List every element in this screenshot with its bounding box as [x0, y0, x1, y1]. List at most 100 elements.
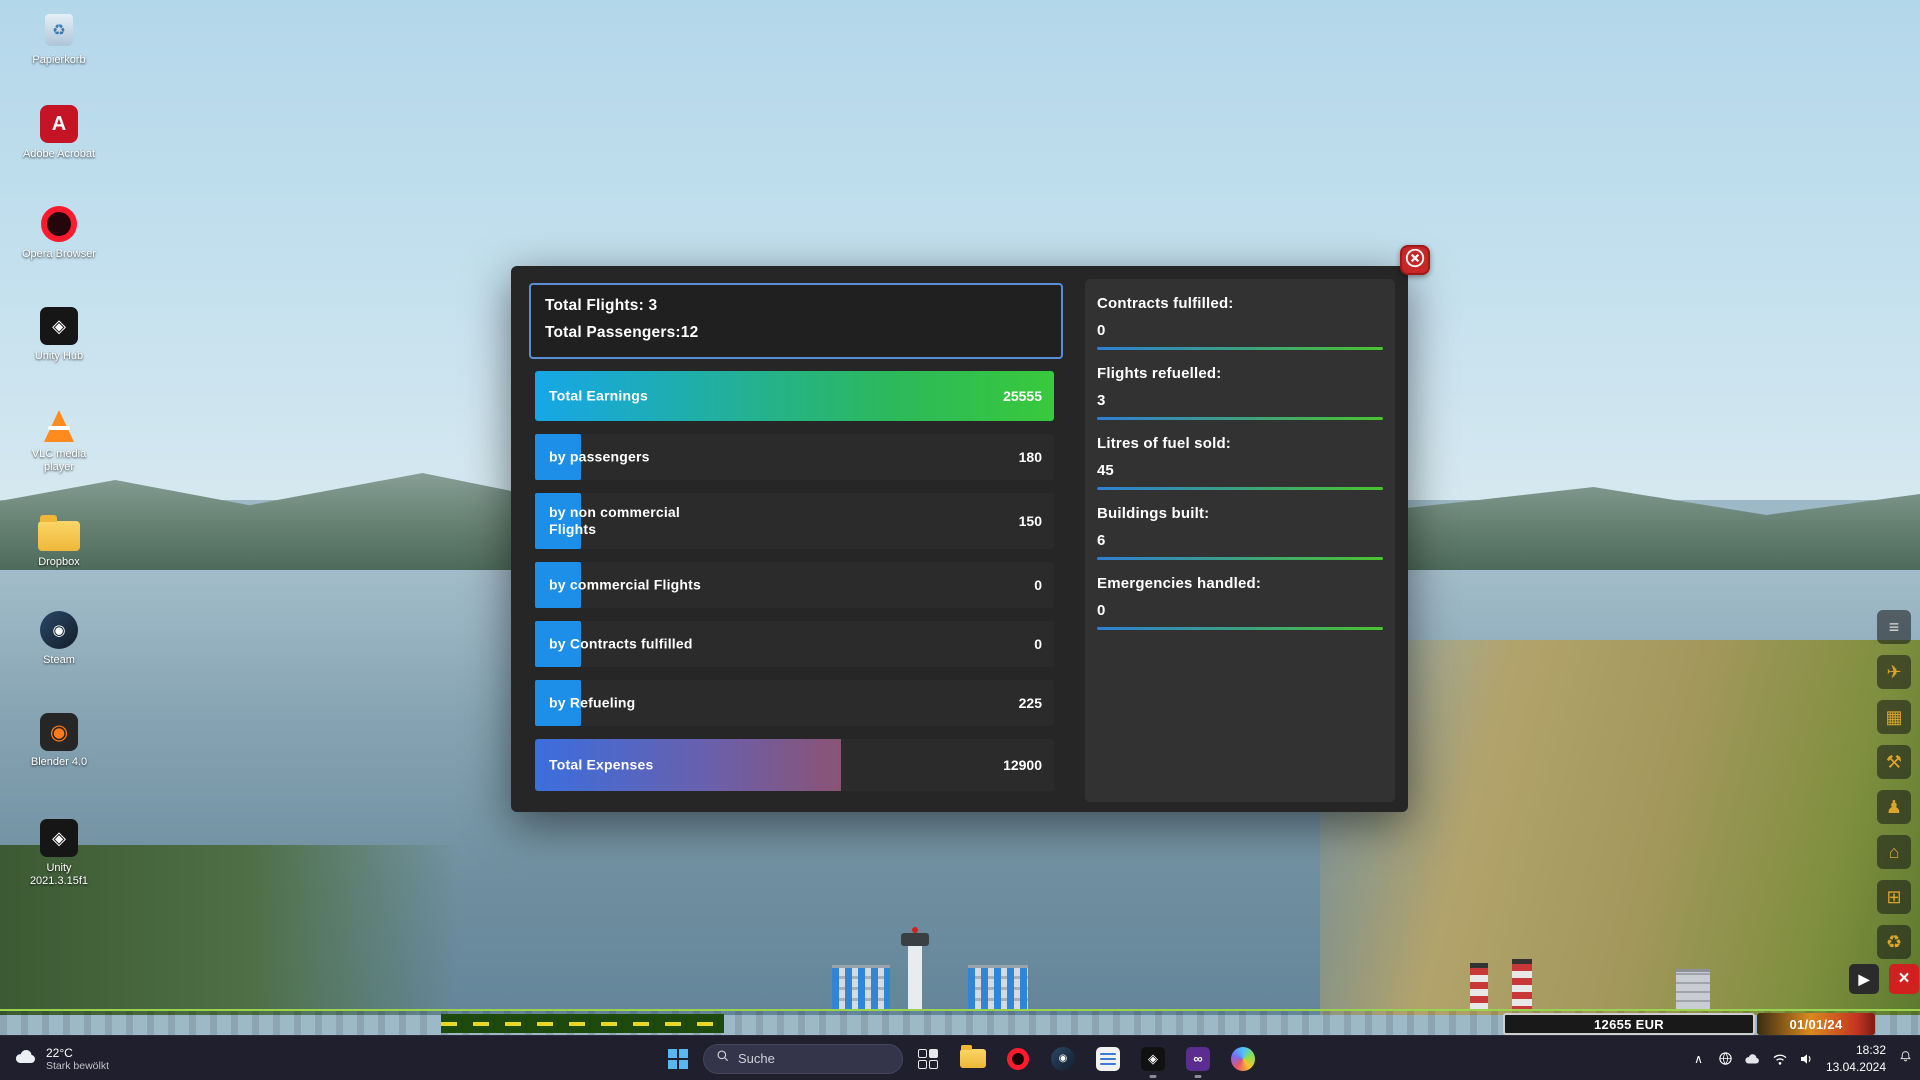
- row-value: 0: [1034, 577, 1042, 593]
- stat-emergencies-handled: Emergencies handled: 0: [1097, 575, 1383, 630]
- desktop-icon-label: Steam: [18, 654, 100, 667]
- close-x-icon: ×: [1898, 968, 1909, 990]
- plane-icon: ✈: [1886, 662, 1901, 683]
- stat-value: 0: [1097, 322, 1383, 339]
- volume-icon[interactable]: [1799, 1052, 1815, 1066]
- weather-desc: Stark bewölkt: [46, 1060, 109, 1072]
- desktop-icon-unity-2021[interactable]: ◈ Unity 2021.3.15f1: [18, 818, 100, 887]
- pixel-chimney[interactable]: [1470, 963, 1488, 1009]
- row-label: by Refueling: [549, 695, 635, 712]
- row-total-earnings[interactable]: Total Earnings 25555: [535, 371, 1054, 421]
- desktop-icon-label: Opera Browser: [18, 248, 100, 261]
- desktop-icon-unity-hub[interactable]: ◈ Unity Hub: [18, 306, 100, 363]
- staff-button[interactable]: ♟: [1877, 790, 1911, 824]
- pixel-terminal-building[interactable]: [968, 965, 1028, 1009]
- misc-app-button[interactable]: [1223, 1039, 1263, 1079]
- stat-label: Litres of fuel sold:: [1097, 435, 1383, 452]
- opera-taskbar-button[interactable]: [998, 1039, 1038, 1079]
- steam-icon: ◉: [1051, 1047, 1075, 1071]
- search-placeholder: Suche: [738, 1051, 775, 1066]
- runway-strip: [441, 1014, 724, 1033]
- clock[interactable]: 18:32 13.04.2024: [1826, 1042, 1886, 1074]
- folder-icon: [38, 512, 80, 552]
- schedule-button[interactable]: ▦: [1877, 700, 1911, 734]
- arrow-right-icon: ▶: [1859, 971, 1870, 988]
- schedule-icon: ▦: [1885, 707, 1902, 728]
- visual-studio-button[interactable]: ∞: [1178, 1039, 1218, 1079]
- stat-litres-fuel-sold: Litres of fuel sold: 45: [1097, 435, 1383, 490]
- unity-icon: ◈: [38, 818, 80, 858]
- row-value: 150: [1019, 513, 1042, 529]
- task-view-button[interactable]: [908, 1039, 948, 1079]
- search-input[interactable]: Suche: [703, 1044, 903, 1074]
- desktop-icon-opera[interactable]: Opera Browser: [18, 204, 100, 261]
- notification-icon[interactable]: [1897, 1050, 1914, 1068]
- row-by-refueling[interactable]: by Refueling 225: [535, 680, 1054, 726]
- pixel-chimney[interactable]: [1512, 959, 1532, 1009]
- stat-underline: [1097, 347, 1383, 350]
- desktop-icon-blender[interactable]: ◉ Blender 4.0: [18, 712, 100, 769]
- menu-button[interactable]: ≡: [1877, 610, 1911, 644]
- vehicles-button[interactable]: ⚒: [1877, 745, 1911, 779]
- row-value: 180: [1019, 449, 1042, 465]
- stat-buildings-built: Buildings built: 6: [1097, 505, 1383, 560]
- desktop-icon-dropbox[interactable]: Dropbox: [18, 512, 100, 569]
- earnings-list: Total Earnings 25555 by passengers 180 b…: [535, 371, 1054, 791]
- stat-label: Flights refuelled:: [1097, 365, 1383, 382]
- network-icon[interactable]: [1718, 1051, 1733, 1066]
- tray-date: 13.04.2024: [1826, 1059, 1886, 1075]
- onedrive-icon[interactable]: [1744, 1052, 1761, 1065]
- row-label: by passengers: [549, 449, 650, 466]
- wifi-icon[interactable]: [1772, 1052, 1788, 1066]
- desktop-icon-label: VLC media player: [18, 448, 100, 473]
- toolbar-collapse-button[interactable]: ▶: [1849, 964, 1879, 994]
- visual-studio-icon: ∞: [1186, 1047, 1210, 1071]
- weather-widget[interactable]: 22°C Stark bewölkt: [8, 1036, 115, 1080]
- buildings-button[interactable]: ⌂: [1877, 835, 1911, 869]
- file-explorer-icon: [960, 1049, 986, 1068]
- row-total-expenses[interactable]: Total Expenses 12900: [535, 739, 1054, 791]
- game-close-button[interactable]: ×: [1889, 964, 1919, 994]
- weather-temp: 22°C: [46, 1046, 109, 1060]
- row-by-contracts-fulfilled[interactable]: by Contracts fulfilled 0: [535, 621, 1054, 667]
- unity-icon: ◈: [1141, 1047, 1165, 1071]
- close-stats-window-button[interactable]: [1400, 245, 1430, 275]
- desktop-icon-papierkorb[interactable]: ♻ Papierkorb: [18, 10, 100, 67]
- planes-button[interactable]: ✈: [1877, 655, 1911, 689]
- pixel-control-tower[interactable]: [908, 943, 922, 1009]
- start-button[interactable]: [658, 1039, 698, 1079]
- pixel-warehouse[interactable]: [1676, 969, 1710, 1009]
- acrobat-icon: A: [38, 104, 80, 144]
- stat-value: 0: [1097, 602, 1383, 619]
- vlc-cone-icon: [39, 408, 79, 444]
- row-label: Total Earnings: [549, 388, 648, 405]
- stat-underline: [1097, 487, 1383, 490]
- stat-flights-refuelled: Flights refuelled: 3: [1097, 365, 1383, 420]
- steam-taskbar-button[interactable]: ◉: [1043, 1039, 1083, 1079]
- hidden-icons-chevron[interactable]: ∧: [1690, 1048, 1707, 1070]
- mail-app-button[interactable]: [1088, 1039, 1128, 1079]
- pixel-terminal-building[interactable]: [832, 965, 890, 1009]
- running-indicator: [1195, 1075, 1202, 1078]
- task-view-icon: [918, 1049, 938, 1069]
- unity-taskbar-button[interactable]: ◈: [1133, 1039, 1173, 1079]
- windows-logo-icon: [668, 1049, 688, 1069]
- file-explorer-button[interactable]: [953, 1039, 993, 1079]
- expand-button[interactable]: ⊞: [1877, 880, 1911, 914]
- demolish-button[interactable]: ♻: [1877, 925, 1911, 959]
- row-by-passengers[interactable]: by passengers 180: [535, 434, 1054, 480]
- mail-app-icon: [1096, 1047, 1120, 1071]
- row-by-non-commercial-flights[interactable]: by non commercial Flights 150: [535, 493, 1054, 549]
- stat-value: 45: [1097, 462, 1383, 479]
- desktop-icon-label: Adobe Acrobat: [18, 148, 100, 161]
- game-stats-window: Total Flights: 3 Total Passengers:12 Tot…: [511, 266, 1408, 812]
- side-stats-panel: Contracts fulfilled: 0 Flights refuelled…: [1085, 279, 1395, 802]
- desktop-icon-adobe-acrobat[interactable]: A Adobe Acrobat: [18, 104, 100, 161]
- desktop-icon-steam[interactable]: ◉ Steam: [18, 610, 100, 667]
- stat-value: 3: [1097, 392, 1383, 409]
- stat-underline: [1097, 417, 1383, 420]
- steam-icon: ◉: [38, 610, 80, 650]
- desktop-icon-vlc[interactable]: VLC media player: [18, 408, 100, 473]
- row-by-commercial-flights[interactable]: by commercial Flights 0: [535, 562, 1054, 608]
- row-value: 25555: [1003, 388, 1042, 404]
